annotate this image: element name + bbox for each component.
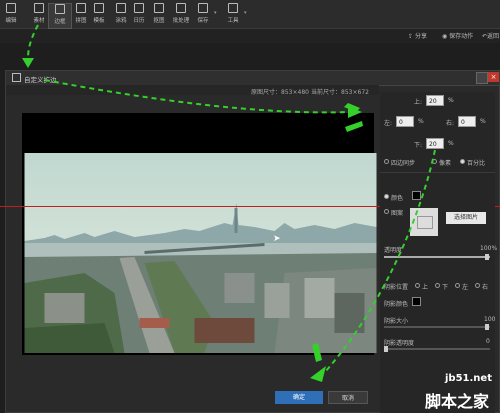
arrow-mark xyxy=(312,343,322,362)
arrowhead xyxy=(310,366,326,382)
arrow-to-left-input xyxy=(44,79,351,114)
watermark-site: jb51.net xyxy=(445,373,492,384)
annotation-arrows xyxy=(22,24,436,382)
arrow-mark xyxy=(345,121,363,132)
arrow-to-title xyxy=(27,24,39,59)
arrow-to-ok xyxy=(324,149,436,373)
arrowhead xyxy=(22,58,34,68)
watermark-name: 脚本之家 xyxy=(425,392,490,411)
